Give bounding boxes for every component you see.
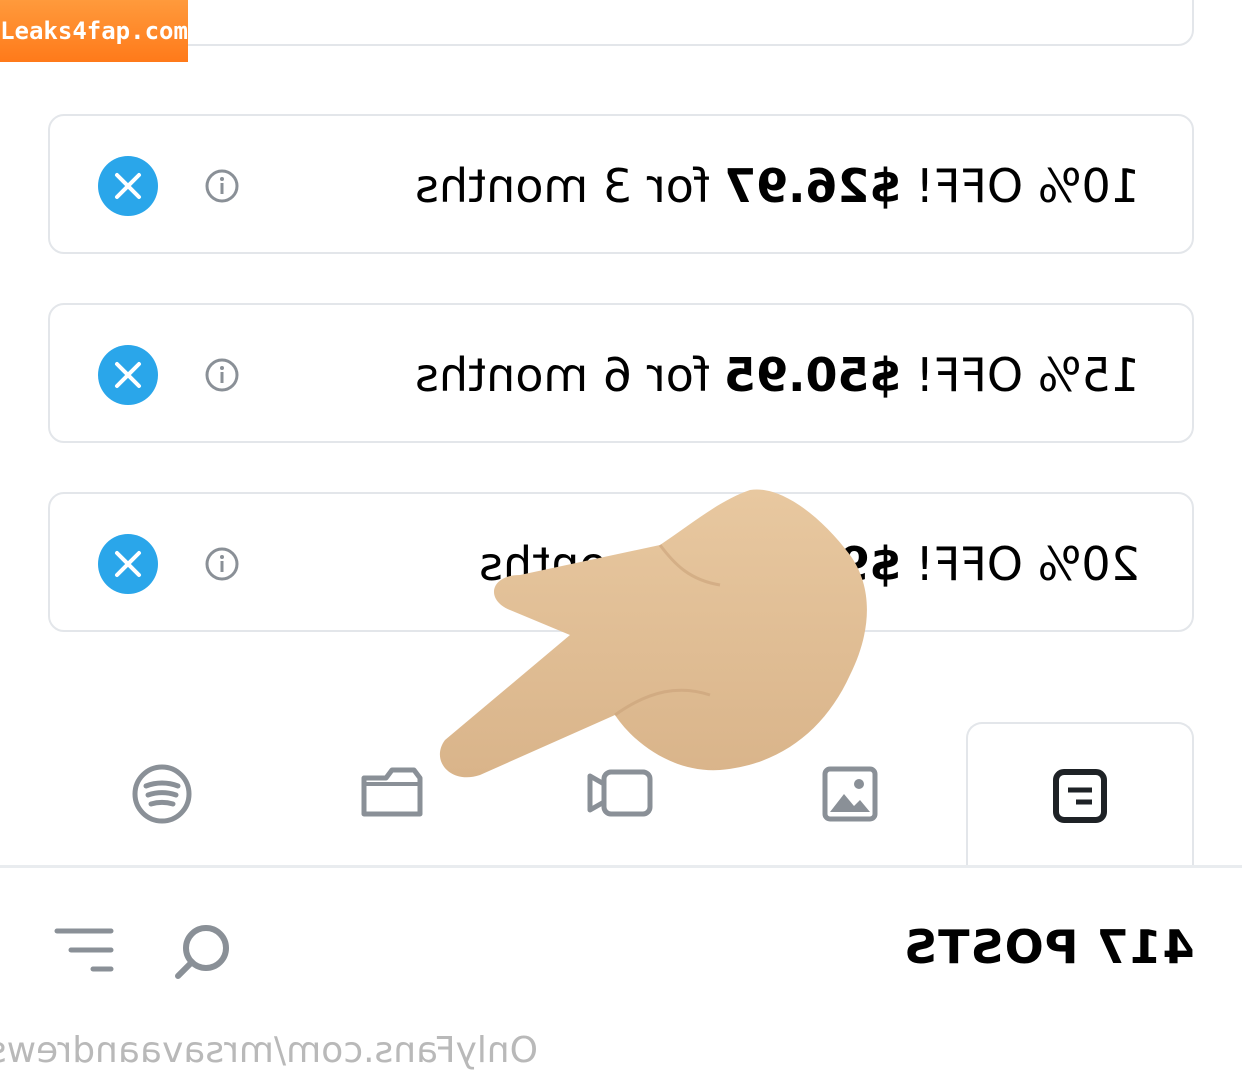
offer-text: 15% OFF!$50.95for 6 months — [415, 339, 1140, 411]
offer-text: 10% OFF!$26.97for 3 months — [415, 150, 1140, 222]
tab-audio[interactable] — [48, 722, 276, 868]
offer-card-6-months[interactable]: 15% OFF!$50.95for 6 months — [48, 303, 1194, 443]
filter-icon[interactable] — [54, 926, 114, 976]
posts-icon — [1053, 769, 1107, 823]
search-icon[interactable] — [172, 922, 234, 984]
offer-price: $26.97 — [724, 159, 902, 213]
source-watermark: OnlyFans.com/mrsavaandrews — [0, 1030, 538, 1071]
close-icon — [115, 551, 141, 577]
folder-icon — [361, 767, 423, 817]
posts-count: 417 POSTS — [902, 920, 1195, 974]
previous-card — [48, 0, 1194, 46]
close-icon — [115, 362, 141, 388]
close-icon — [115, 173, 141, 199]
pointing-hand-icon — [439, 489, 867, 778]
offer-card-3-months[interactable]: 10% OFF!$26.97for 3 months — [48, 114, 1194, 254]
info-icon[interactable] — [204, 168, 240, 204]
offer-discount: 20% OFF! — [915, 537, 1140, 591]
offer-price: $50.95 — [724, 348, 902, 402]
site-watermark: Leaks4fap.com — [0, 0, 188, 62]
tab-posts[interactable] — [966, 722, 1194, 868]
audio-icon — [132, 764, 192, 824]
offer-discount: 15% OFF! — [915, 348, 1140, 402]
offer-term: for 6 months — [415, 348, 711, 402]
offer-discount: 10% OFF! — [915, 159, 1140, 213]
info-icon[interactable] — [204, 546, 240, 582]
remove-offer-button[interactable] — [98, 345, 158, 405]
tab-divider — [0, 865, 1242, 868]
offer-term: for 3 months — [415, 159, 711, 213]
info-icon[interactable] — [204, 357, 240, 393]
remove-offer-button[interactable] — [98, 156, 158, 216]
remove-offer-button[interactable] — [98, 534, 158, 594]
